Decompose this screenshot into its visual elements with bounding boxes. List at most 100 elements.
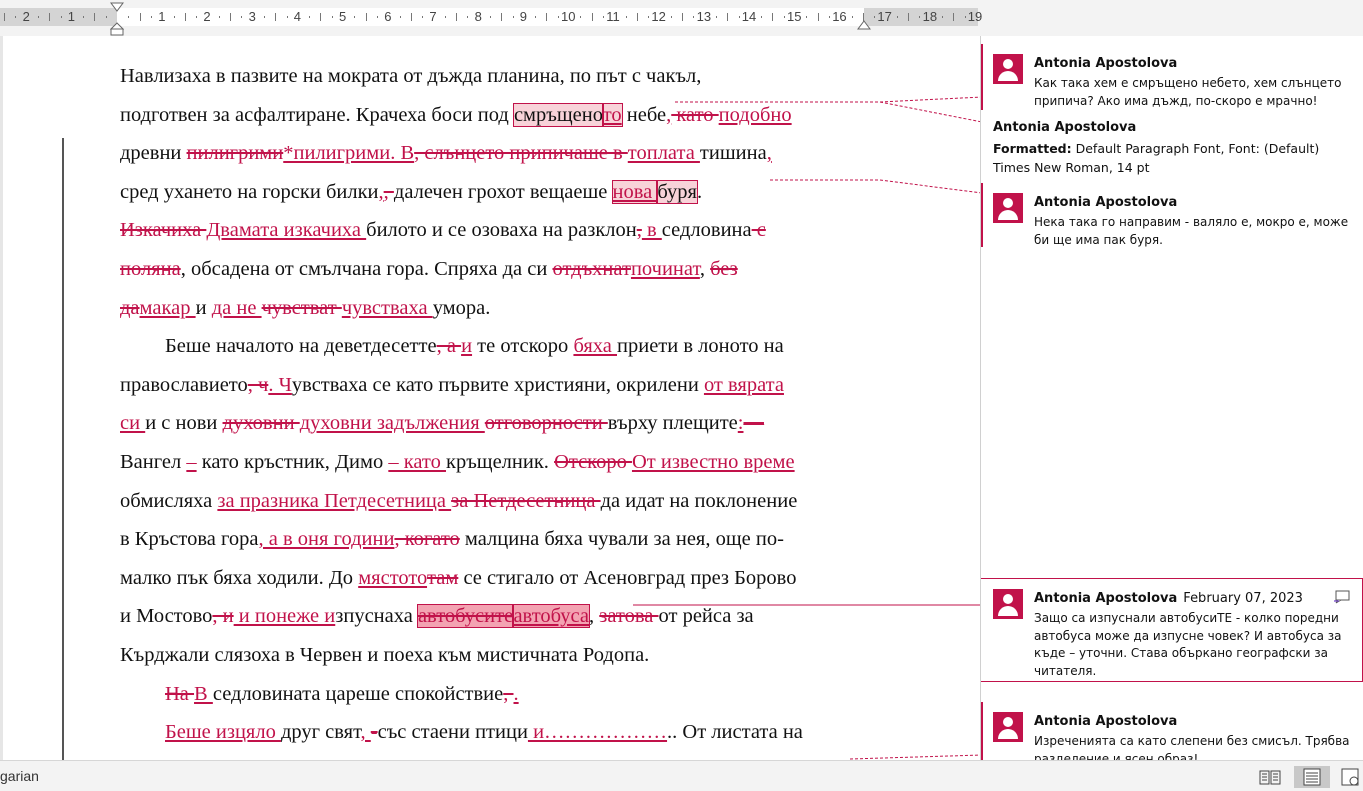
deleted-text[interactable]: Изкачиха bbox=[120, 219, 206, 241]
document-line[interactable]: Беше началото на деветдесетте, а и те от… bbox=[120, 327, 880, 366]
inserted-text[interactable]: за празника Петдесетница bbox=[217, 490, 451, 512]
print-layout-icon[interactable] bbox=[1294, 766, 1330, 788]
text-run[interactable]: те отскоро bbox=[472, 335, 573, 357]
text-run[interactable]: увстваха се като първите християни, окри… bbox=[292, 374, 704, 396]
deleted-text[interactable]: чувстват bbox=[262, 297, 342, 319]
horizontal-ruler[interactable]: 2 1 1 2 3 4 5 6 7 8 9 10 11 12 13 14 15 16 17 18 19 bbox=[0, 0, 1363, 36]
deleted-text[interactable]: Отскоро bbox=[554, 451, 632, 473]
text-run[interactable]: в Кръстова гора bbox=[120, 528, 259, 550]
text-run[interactable]: обмисляха bbox=[120, 490, 217, 512]
deleted-text[interactable]: с bbox=[752, 219, 766, 241]
inserted-text[interactable]: , bbox=[767, 142, 772, 164]
deleted-text[interactable]: там bbox=[427, 567, 458, 589]
inserted-text[interactable]: – bbox=[186, 451, 196, 473]
document-line[interactable]: поляна, обсадена от смълчана гора. Спрях… bbox=[120, 250, 880, 289]
text-run[interactable]: и Мостово bbox=[120, 605, 212, 627]
left-indent-marker[interactable] bbox=[110, 22, 124, 36]
comment-text[interactable]: Нека така го направим - валяло е, мокро … bbox=[1034, 214, 1352, 249]
document-line[interactable]: православието, ч. Чувстваха се като първ… bbox=[120, 366, 880, 405]
deleted-text[interactable]: пилигрими bbox=[187, 142, 284, 164]
language-indicator[interactable]: garian bbox=[0, 768, 39, 784]
comment-balloon[interactable]: Antonia Apostolova Изреченията са като с… bbox=[981, 702, 1363, 766]
first-line-indent-marker[interactable] bbox=[110, 2, 124, 12]
inserted-text[interactable]: бяха bbox=[573, 335, 617, 357]
commented-inserted-text[interactable]: автобуса bbox=[512, 604, 590, 629]
text-run[interactable]: върху плещите bbox=[608, 412, 738, 434]
document-line[interactable]: Беше изцяло друг свят, -със стаени птици… bbox=[120, 713, 880, 752]
inserted-text[interactable]: духовни задължения bbox=[300, 412, 485, 434]
text-run[interactable]: зпуснаха bbox=[335, 605, 418, 627]
text-run[interactable]: седловината цареше спокойствие bbox=[213, 683, 503, 705]
text-run[interactable]: се стигало от Асеновград през Борово bbox=[458, 567, 796, 589]
text-run[interactable]: от рейса за bbox=[659, 605, 754, 627]
inserted-text[interactable]: от вярата bbox=[704, 374, 784, 396]
text-run[interactable]: Беше началото на деветдесетте bbox=[165, 335, 437, 357]
inserted-text[interactable]: От известно време bbox=[632, 451, 795, 473]
deleted-text[interactable]: , слънцето припичаше в bbox=[414, 142, 628, 164]
commented-text[interactable]: смръщено bbox=[512, 102, 604, 127]
deleted-text[interactable]: , а bbox=[437, 335, 461, 357]
comment-balloon[interactable]: Antonia Apostolova Нека така го направим… bbox=[981, 183, 1363, 247]
document-line[interactable]: Вангел – като кръстник, Димо – като кръщ… bbox=[120, 443, 880, 482]
deleted-text[interactable]: , ч bbox=[248, 374, 269, 396]
document-line[interactable]: и Мостово, и и понеже изпуснаха автобуси… bbox=[120, 597, 880, 636]
inserted-text[interactable]: * bbox=[283, 142, 293, 164]
comment-balloon[interactable]: Antonia Apostolova Как така хем е смръще… bbox=[981, 44, 1363, 110]
deleted-text[interactable]: отговорности bbox=[485, 412, 608, 434]
inserted-text[interactable]: . bbox=[514, 683, 519, 705]
deleted-text[interactable]: , когато bbox=[394, 528, 459, 550]
deleted-text[interactable]: отдъхнат bbox=[552, 258, 630, 280]
text-run[interactable]: Кърджали слязоха в Червен и поеха към ми… bbox=[120, 644, 649, 666]
text-run[interactable]: друг свят bbox=[281, 721, 361, 743]
inserted-text[interactable]: подобно bbox=[719, 104, 792, 126]
document-line[interactable]: древни пилигрими*пилигрими. В, слънцето … bbox=[120, 134, 880, 173]
text-run[interactable]: като кръстник, Димо bbox=[197, 451, 389, 473]
text-run[interactable]: малцина бяха чували за нея, още по- bbox=[460, 528, 784, 550]
document-line[interactable]: подготвен за асфалтиране. Крачеха боси п… bbox=[120, 96, 880, 135]
right-indent-marker[interactable] bbox=[857, 20, 871, 30]
document-page[interactable]: Навлизаха в пазвите на мократа от дъжда … bbox=[3, 36, 980, 760]
inserted-text[interactable]: починат bbox=[631, 258, 700, 280]
text-run[interactable]: , bbox=[589, 605, 599, 627]
inserted-text[interactable]: , bbox=[361, 721, 371, 743]
commented-inserted-text[interactable]: то bbox=[601, 102, 623, 127]
commented-deleted-text[interactable]: автобусите bbox=[416, 604, 515, 629]
inserted-text[interactable]: мястото bbox=[358, 567, 427, 589]
inserted-text[interactable]: Двамата изкачиха bbox=[206, 219, 366, 241]
document-line[interactable]: си и с нови духовни духовни задължения о… bbox=[120, 404, 880, 443]
inserted-text[interactable]: и……………… bbox=[528, 721, 667, 743]
commented-text[interactable]: буря bbox=[656, 179, 698, 204]
inserted-text[interactable]: Беше изцяло bbox=[165, 721, 281, 743]
deleted-text[interactable]: , bbox=[503, 683, 513, 705]
text-run[interactable]: тишина bbox=[700, 142, 767, 164]
deleted-text[interactable]: да bbox=[120, 297, 140, 319]
text-run[interactable]: билото и се озоваха на разклон bbox=[366, 219, 637, 241]
document-line[interactable]: обмисляха за празника Петдесетница за Пе… bbox=[120, 482, 880, 521]
deleted-text[interactable]: поляна bbox=[120, 258, 181, 280]
deleted-text[interactable]: затова bbox=[599, 605, 658, 627]
inserted-text[interactable]: – като bbox=[388, 451, 446, 473]
inserted-text[interactable]: в bbox=[642, 219, 662, 241]
deleted-text[interactable]: като bbox=[671, 104, 718, 126]
deleted-text[interactable]: без bbox=[710, 258, 738, 280]
text-run[interactable]: древни bbox=[120, 142, 187, 164]
text-run[interactable]: умора. bbox=[433, 297, 491, 319]
text-run[interactable]: седловина bbox=[662, 219, 752, 241]
text-run[interactable]: , bbox=[700, 258, 710, 280]
deleted-text[interactable]: , bbox=[384, 181, 394, 203]
comment-balloon-active[interactable]: Antonia Apostolova February 07, 2023 Защо… bbox=[981, 578, 1363, 682]
inserted-text[interactable]: , а в оня години bbox=[259, 528, 395, 550]
text-run[interactable]: далечен грохот вещаеше bbox=[394, 181, 613, 203]
text-run[interactable]: и с нови bbox=[145, 412, 222, 434]
text-run[interactable]: със стаени птици bbox=[378, 721, 528, 743]
text-run[interactable]: приети в лоното на bbox=[617, 335, 784, 357]
text-run[interactable]: кръщелник. bbox=[446, 451, 554, 473]
document-line[interactable]: Навлизаха в пазвите на мократа от дъжда … bbox=[120, 57, 880, 96]
text-run[interactable]: да идат на поклонение bbox=[601, 490, 798, 512]
document-line[interactable]: Изкачиха Двамата изкачиха билото и се оз… bbox=[120, 211, 880, 250]
deleted-text[interactable]: , и bbox=[212, 605, 233, 627]
text-run[interactable]: . bbox=[697, 181, 702, 203]
text-run[interactable]: .. От листата на bbox=[667, 721, 803, 743]
inserted-text[interactable]: В bbox=[194, 683, 213, 705]
text-run[interactable]: малко пък бяха ходили. До bbox=[120, 567, 358, 589]
